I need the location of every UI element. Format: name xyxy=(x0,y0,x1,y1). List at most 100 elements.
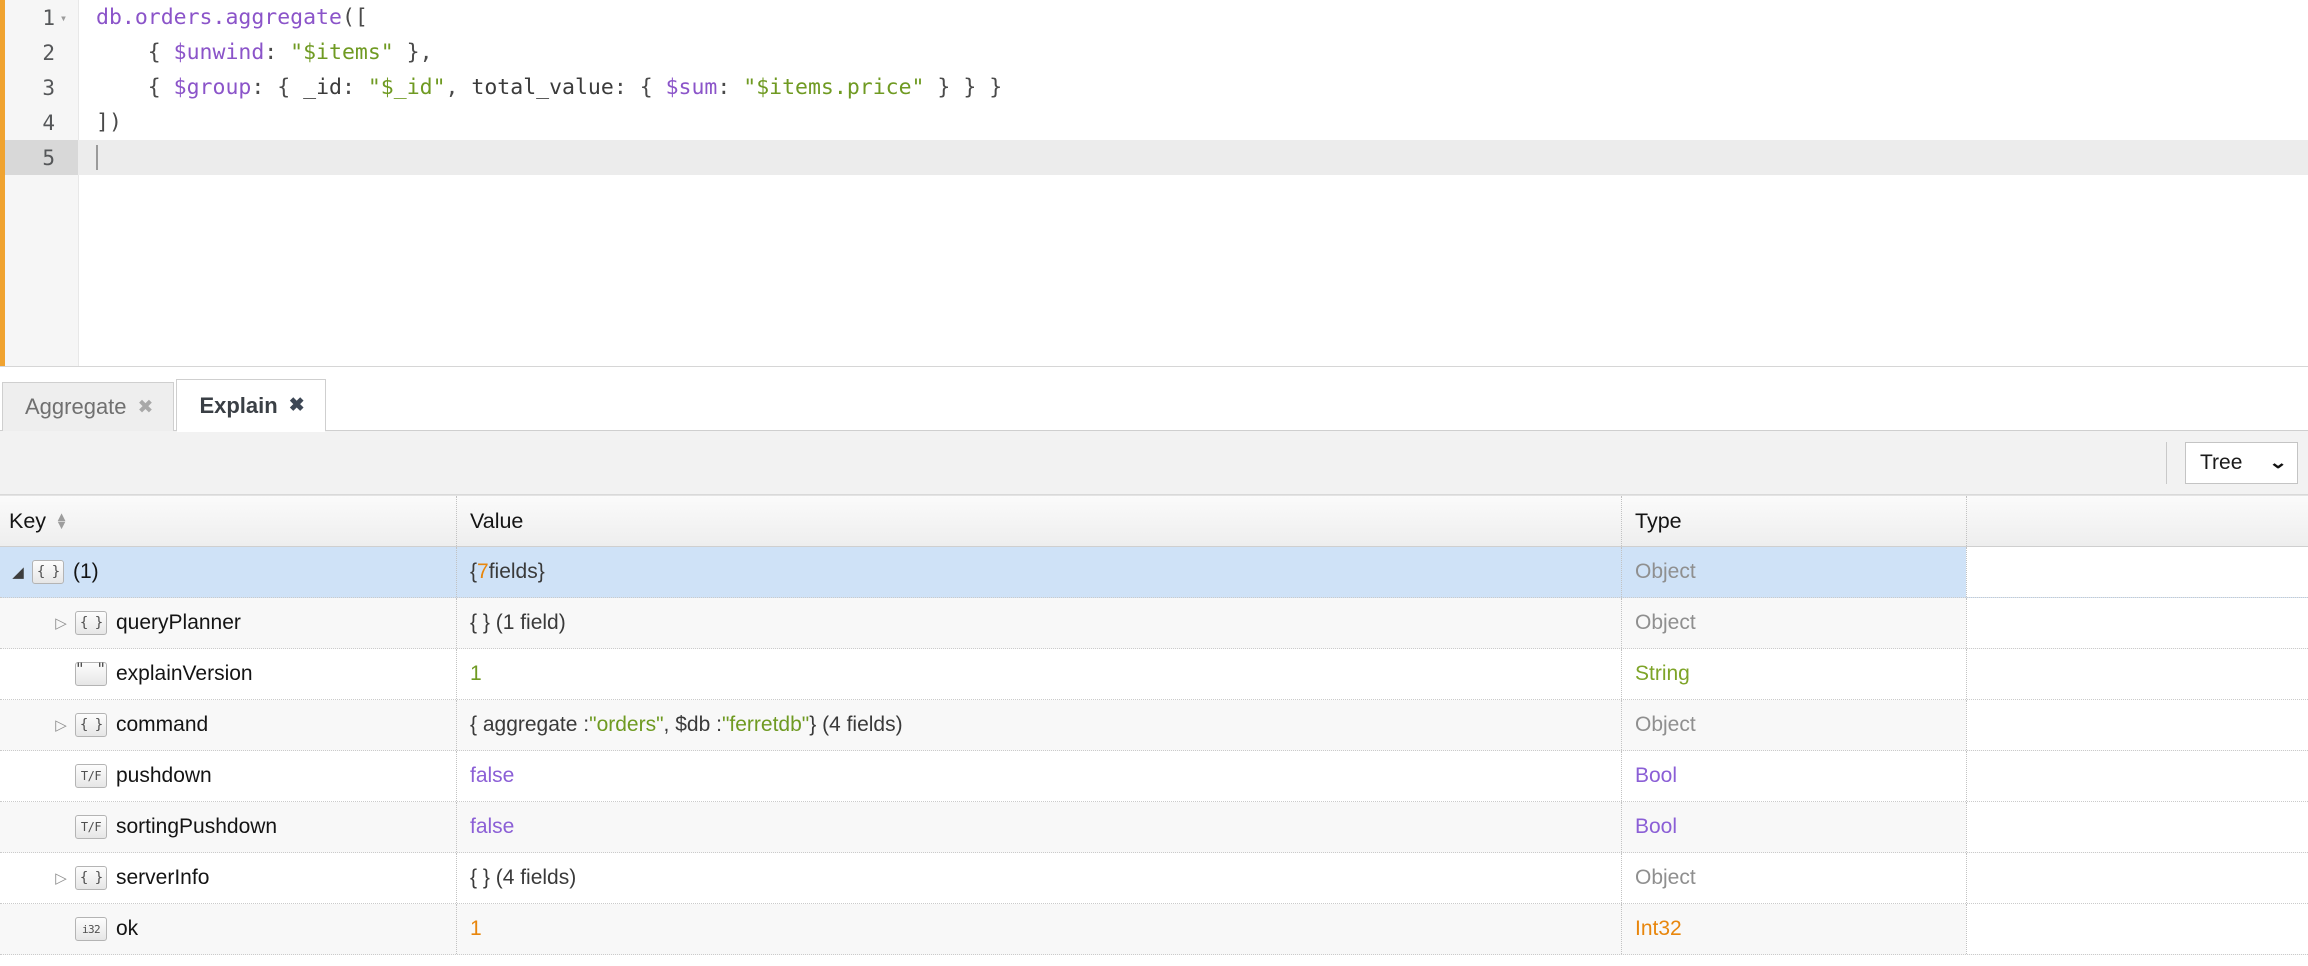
tree-row-value-cell[interactable]: {7 fields} xyxy=(456,547,1621,597)
sort-arrows-icon[interactable]: ▲▼ xyxy=(55,513,68,529)
tree-row-type-cell: Object xyxy=(1621,853,1966,903)
code-line-content[interactable]: db.orders.aggregate([ xyxy=(78,0,2308,35)
code-token: "$items.price" xyxy=(743,75,924,100)
tab-label: Aggregate xyxy=(25,394,127,420)
code-editor[interactable]: 1▾db.orders.aggregate([2▾ { $unwind: "$i… xyxy=(0,0,2308,366)
expand-arrow-open-icon[interactable]: ◢ xyxy=(9,565,27,580)
tree-row-value-cell[interactable]: false xyxy=(456,802,1621,852)
tree-row-type-label: Object xyxy=(1635,560,1696,584)
tree-row-filler-cell xyxy=(1966,853,2308,903)
tree-row[interactable]: ▷" "explainVersion 1 String xyxy=(0,649,2308,700)
code-token: ]) xyxy=(96,110,122,135)
tree-row[interactable]: ▷i32ok 1 Int32 xyxy=(0,904,2308,955)
tree-row-type-label: Bool xyxy=(1635,764,1677,788)
tree-row-value-cell[interactable]: { } (1 field) xyxy=(456,598,1621,648)
boolean-icon: T/F xyxy=(75,815,107,839)
tree-row-value-part: 1 xyxy=(470,662,482,686)
code-token: , xyxy=(446,75,472,100)
tree-row-value-part: 1 xyxy=(470,917,482,941)
code-line-content[interactable]: { $group: { _id: "$_id", total_value: { … xyxy=(78,70,2308,105)
object-icon: { } xyxy=(75,866,107,890)
tree-row-value-cell[interactable]: 1 xyxy=(456,649,1621,699)
column-header-value[interactable]: Value xyxy=(456,496,1621,546)
tree-row-key-cell[interactable]: ▷ { } serverInfo xyxy=(0,853,456,903)
code-line-content[interactable]: { $unwind: "$items" }, xyxy=(78,35,2308,70)
tree-row-value-part: { xyxy=(470,560,477,584)
line-number-cell: 4▾ xyxy=(5,105,78,140)
tree-row-filler-cell xyxy=(1966,598,2308,648)
code-line-content[interactable] xyxy=(78,140,2308,175)
line-number: 5 xyxy=(42,146,55,170)
tree-row-key-label: serverInfo xyxy=(116,866,209,890)
code-token: $group xyxy=(174,75,252,100)
tab-explain[interactable]: Explain✖ xyxy=(176,379,325,431)
code-line[interactable]: 3▾ { $group: { _id: "$_id", total_value:… xyxy=(5,70,2308,105)
tab-aggregate[interactable]: Aggregate ✖ xyxy=(2,382,174,431)
tree-body[interactable]: ◢{ }(1){7 fields}Object▷{ }queryPlanner{… xyxy=(0,547,2308,955)
column-header-filler xyxy=(1966,496,2308,546)
boolean-icon: T/F xyxy=(75,764,107,788)
code-token: { xyxy=(96,75,174,100)
tree-row-type-label: Bool xyxy=(1635,815,1677,839)
line-number: 2 xyxy=(42,41,55,65)
code-token: : xyxy=(342,75,368,100)
tree-row-type-label: Int32 xyxy=(1635,917,1682,941)
tree-row-key-cell[interactable]: ◢{ }(1) xyxy=(0,547,456,597)
tree-row[interactable]: ▷T/FsortingPushdown false Bool xyxy=(0,802,2308,853)
tree-row-value-part: "orders" xyxy=(589,713,663,737)
int32-icon: i32 xyxy=(75,917,107,941)
tree-row-key-cell[interactable]: ▷" "explainVersion xyxy=(0,649,456,699)
tree-row-filler-cell xyxy=(1966,649,2308,699)
tree-row-key-cell[interactable]: ▷T/FsortingPushdown xyxy=(0,802,456,852)
tree-row[interactable]: ▷{ }command{ aggregate : "orders", $db :… xyxy=(0,700,2308,751)
line-number-cell: 3▾ xyxy=(5,70,78,105)
tree-row-value-cell[interactable]: false xyxy=(456,751,1621,801)
tree-row[interactable]: ▷T/FpushdownfalseBool xyxy=(0,751,2308,802)
expand-arrow-closed-icon[interactable]: ▷ xyxy=(52,871,70,886)
close-icon[interactable]: ✖ xyxy=(289,396,305,415)
code-fold-icon[interactable]: ▾ xyxy=(55,12,72,24)
tree-row-key-cell[interactable]: ▷{ }command xyxy=(0,700,456,750)
tree-row-key-cell[interactable]: ▷i32ok xyxy=(0,904,456,954)
tree-row-type-label: String xyxy=(1635,662,1690,686)
tree-row-key-cell[interactable]: ▷T/Fpushdown xyxy=(0,751,456,801)
tree-row[interactable]: ▷{ }queryPlanner{ } (1 field)Object xyxy=(0,598,2308,649)
column-header-key[interactable]: Key ▲▼ xyxy=(0,496,456,546)
line-number: 3 xyxy=(42,76,55,100)
result-tab-bar[interactable]: Aggregate✖Explain✖ xyxy=(0,366,2308,431)
expand-arrow-closed-icon[interactable]: ▷ xyxy=(52,718,70,733)
code-token: } } } xyxy=(924,75,1002,100)
tree-row-filler-cell xyxy=(1966,802,2308,852)
expand-arrow-closed-icon[interactable]: ▷ xyxy=(52,616,70,631)
tree-row-value-part: fields} xyxy=(489,560,545,584)
tree-row-key-label: pushdown xyxy=(116,764,212,788)
tree-row-value-cell[interactable]: 1 xyxy=(456,904,1621,954)
explain-result-tree[interactable]: Key ▲▼ Value Type ◢{ }(1){7 fields} Objec… xyxy=(0,495,2308,955)
tree-row[interactable]: ▷ { } serverInfo { } (4 fields)Object xyxy=(0,853,2308,904)
line-number-cell: 2▾ xyxy=(5,35,78,70)
tree-row-value-part: false xyxy=(470,815,514,839)
editor-lines[interactable]: 1▾db.orders.aggregate([2▾ { $unwind: "$i… xyxy=(5,0,2308,175)
code-line[interactable]: 5▾ xyxy=(5,140,2308,175)
tree-row-filler-cell xyxy=(1966,547,2308,597)
view-mode-select[interactable]: Tree ⌄ xyxy=(2185,442,2298,484)
code-token: db.orders.aggregate xyxy=(96,5,342,30)
code-token: : { xyxy=(614,75,666,100)
code-line[interactable]: 2▾ { $unwind: "$items" }, xyxy=(5,35,2308,70)
tree-row[interactable]: ◢{ }(1){7 fields} Object xyxy=(0,547,2308,598)
code-token: _id xyxy=(303,75,342,100)
column-header-type-label: Type xyxy=(1635,509,1682,534)
tree-row-key-cell[interactable]: ▷{ }queryPlanner xyxy=(0,598,456,648)
tree-row-value-cell[interactable]: { } (4 fields) xyxy=(456,853,1621,903)
code-line-content[interactable]: ]) xyxy=(78,105,2308,140)
code-line[interactable]: 4▾]) xyxy=(5,105,2308,140)
tree-row-value-cell[interactable]: { aggregate : "orders", $db : "ferretdb"… xyxy=(456,700,1621,750)
tree-row-key-label: command xyxy=(116,713,208,737)
chevron-down-icon: ⌄ xyxy=(2268,453,2287,473)
column-header-key-label: Key xyxy=(9,509,46,534)
column-header-type[interactable]: Type xyxy=(1621,496,1966,546)
tree-header-row: Key ▲▼ Value Type xyxy=(0,495,2308,547)
object-icon: { } xyxy=(75,611,107,635)
code-line[interactable]: 1▾db.orders.aggregate([ xyxy=(5,0,2308,35)
close-icon[interactable]: ✖ xyxy=(138,398,154,417)
